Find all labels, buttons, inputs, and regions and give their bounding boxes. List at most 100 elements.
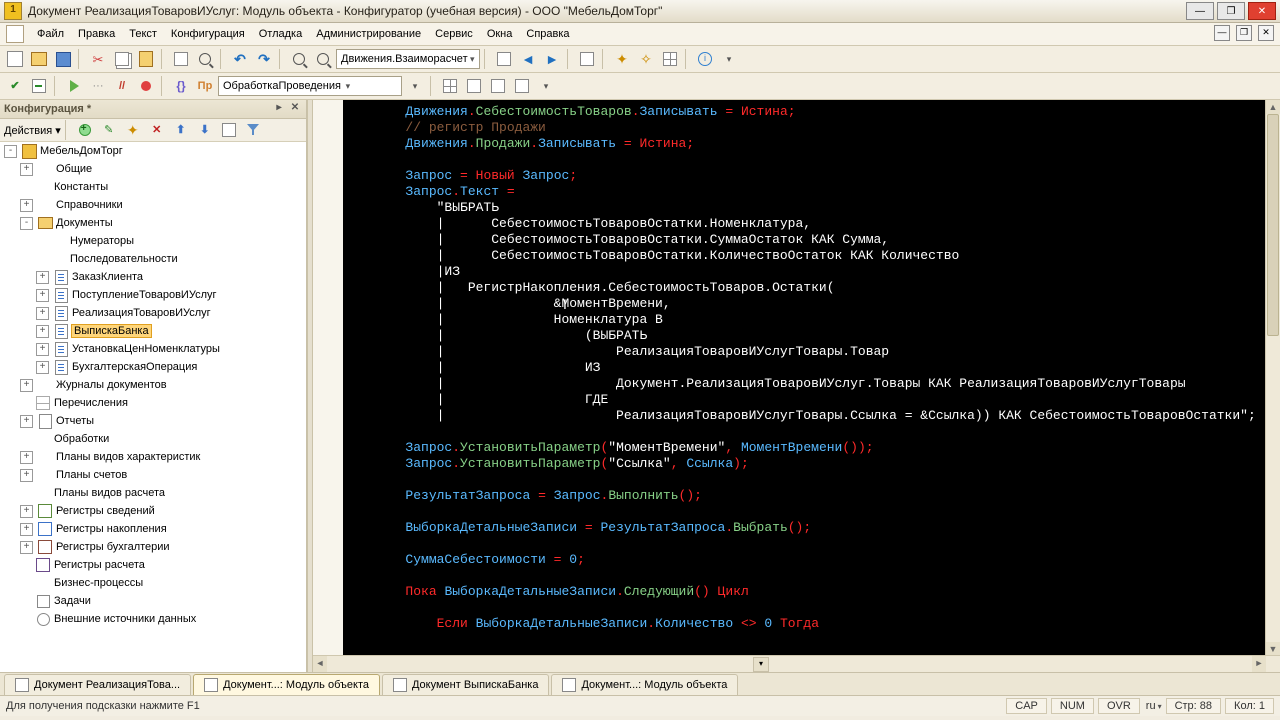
- tree-item[interactable]: +ВыпискаБанка: [0, 322, 306, 340]
- editor-content[interactable]: Движения.СебестоимостьТоваров.Записывать…: [343, 100, 1266, 656]
- open-button[interactable]: [28, 48, 50, 70]
- break-button[interactable]: ···: [87, 75, 109, 97]
- menu-help[interactable]: Справка: [519, 25, 576, 43]
- preview-button[interactable]: [194, 48, 216, 70]
- moveup-button[interactable]: ⬆: [170, 119, 192, 141]
- mdi-close-button[interactable]: ✕: [1258, 25, 1274, 41]
- tree-item[interactable]: Внешние источники данных: [0, 610, 306, 628]
- add-button[interactable]: [74, 119, 96, 141]
- document-tab[interactable]: Документ...: Модуль объекта: [193, 674, 380, 695]
- horizontal-scrollbar[interactable]: ◄ ▾ ►: [313, 655, 1280, 672]
- panel-pin-button[interactable]: ▸: [272, 102, 286, 116]
- window-maximize-button[interactable]: ❐: [1217, 2, 1245, 20]
- menu-config[interactable]: Конфигурация: [164, 25, 252, 43]
- back-button[interactable]: ◄: [517, 48, 539, 70]
- dd2-button[interactable]: ▾: [404, 75, 426, 97]
- wand-button[interactable]: ✦: [122, 119, 144, 141]
- panel-close-button[interactable]: ✕: [288, 102, 302, 116]
- check-button[interactable]: ✔: [4, 75, 26, 97]
- menu-file[interactable]: Файл: [30, 25, 71, 43]
- config-tree[interactable]: -МебельДомТорг+ОбщиеКонстанты+Справочник…: [0, 142, 306, 672]
- wizard2-button[interactable]: ✧: [635, 48, 657, 70]
- window-minimize-button[interactable]: —: [1186, 2, 1214, 20]
- print-button[interactable]: [170, 48, 192, 70]
- check-mod-button[interactable]: [28, 75, 50, 97]
- tree-item[interactable]: +БухгалтерскаяОперация: [0, 358, 306, 376]
- find-button[interactable]: [288, 48, 310, 70]
- tree-item[interactable]: +ЗаказКлиента: [0, 268, 306, 286]
- mdi-minimize-button[interactable]: —: [1214, 25, 1230, 41]
- goto-button[interactable]: [493, 48, 515, 70]
- tree-item[interactable]: Нумераторы: [0, 232, 306, 250]
- tree-item[interactable]: +Общие: [0, 160, 306, 178]
- fwd-button[interactable]: ►: [541, 48, 563, 70]
- tree-item[interactable]: Обработки: [0, 430, 306, 448]
- tabs3-button[interactable]: [511, 75, 533, 97]
- hscroll-split-button[interactable]: ▾: [753, 657, 769, 672]
- movedown-button[interactable]: ⬇: [194, 119, 216, 141]
- delete-button[interactable]: ✕: [146, 119, 168, 141]
- tree-item[interactable]: -Документы: [0, 214, 306, 232]
- info-button[interactable]: i: [694, 48, 716, 70]
- wizard3-button[interactable]: [659, 48, 681, 70]
- tree-item[interactable]: +ПоступлениеТоваровИУслуг: [0, 286, 306, 304]
- vertical-scrollbar[interactable]: ▲▼: [1265, 100, 1280, 656]
- tree-item[interactable]: +Регистры накопления: [0, 520, 306, 538]
- document-tab[interactable]: Документ ВыпискаБанка: [382, 674, 549, 695]
- menu-admin[interactable]: Администрирование: [309, 25, 428, 43]
- copy-button[interactable]: [111, 48, 133, 70]
- new-button[interactable]: [4, 48, 26, 70]
- windows-button[interactable]: [576, 48, 598, 70]
- tree-item[interactable]: Последовательности: [0, 250, 306, 268]
- stop-button[interactable]: //: [111, 75, 133, 97]
- document-tab[interactable]: Документ РеализацияТова...: [4, 674, 191, 695]
- undo-button[interactable]: ↶: [229, 48, 251, 70]
- syntax-button[interactable]: {}: [170, 75, 192, 97]
- run-button[interactable]: [63, 75, 85, 97]
- proc-combo[interactable]: ОбработкаПроведения▾: [218, 76, 402, 96]
- cut-button[interactable]: ✂: [87, 48, 109, 70]
- menu-service[interactable]: Сервис: [428, 25, 480, 43]
- props-button[interactable]: [218, 119, 240, 141]
- actions-menu[interactable]: Действия ▾: [4, 124, 61, 137]
- tree-item[interactable]: +Регистры сведений: [0, 502, 306, 520]
- tree-root[interactable]: -МебельДомТорг: [0, 142, 306, 160]
- tree-item[interactable]: Бизнес-процессы: [0, 574, 306, 592]
- tree-item[interactable]: +Планы видов характеристик: [0, 448, 306, 466]
- tree-item[interactable]: Перечисления: [0, 394, 306, 412]
- expr-combo[interactable]: Движения.Взаиморасчет▾: [336, 49, 480, 69]
- tree-item[interactable]: +РеализацияТоваровИУслуг: [0, 304, 306, 322]
- tree-item[interactable]: Планы видов расчета: [0, 484, 306, 502]
- tree-item[interactable]: Задачи: [0, 592, 306, 610]
- wizard1-button[interactable]: ✦: [611, 48, 633, 70]
- toggle-bp-button[interactable]: [135, 75, 157, 97]
- tree-item[interactable]: Регистры расчета: [0, 556, 306, 574]
- redo-button[interactable]: ↷: [253, 48, 275, 70]
- window-close-button[interactable]: ✕: [1248, 2, 1276, 20]
- filter-button[interactable]: [242, 119, 264, 141]
- menu-debug[interactable]: Отладка: [252, 25, 309, 43]
- menu-edit[interactable]: Правка: [71, 25, 122, 43]
- dd3-button[interactable]: ▾: [535, 75, 557, 97]
- tree-item[interactable]: +Справочники: [0, 196, 306, 214]
- tree-item[interactable]: +Регистры бухгалтерии: [0, 538, 306, 556]
- save-button[interactable]: [52, 48, 74, 70]
- tree-item[interactable]: Константы: [0, 178, 306, 196]
- tree-item[interactable]: +Планы счетов: [0, 466, 306, 484]
- dd-button[interactable]: ▾: [718, 48, 740, 70]
- tabs2-button[interactable]: [487, 75, 509, 97]
- status-lang[interactable]: ru▾: [1146, 700, 1162, 712]
- edit-button[interactable]: ✎: [98, 119, 120, 141]
- paste-button[interactable]: [135, 48, 157, 70]
- tree-item[interactable]: +УстановкаЦенНоменклатуры: [0, 340, 306, 358]
- struct-button[interactable]: [439, 75, 461, 97]
- mdi-restore-button[interactable]: ❐: [1236, 25, 1252, 41]
- tabs1-button[interactable]: [463, 75, 485, 97]
- tree-item[interactable]: +Отчеты: [0, 412, 306, 430]
- code-editor[interactable]: Движения.СебестоимостьТоваров.Записывать…: [313, 100, 1280, 672]
- document-tab[interactable]: Документ...: Модуль объекта: [551, 674, 738, 695]
- menu-windows[interactable]: Окна: [480, 25, 520, 43]
- findnext-button[interactable]: [312, 48, 334, 70]
- menu-text[interactable]: Текст: [122, 25, 164, 43]
- tree-item[interactable]: +Журналы документов: [0, 376, 306, 394]
